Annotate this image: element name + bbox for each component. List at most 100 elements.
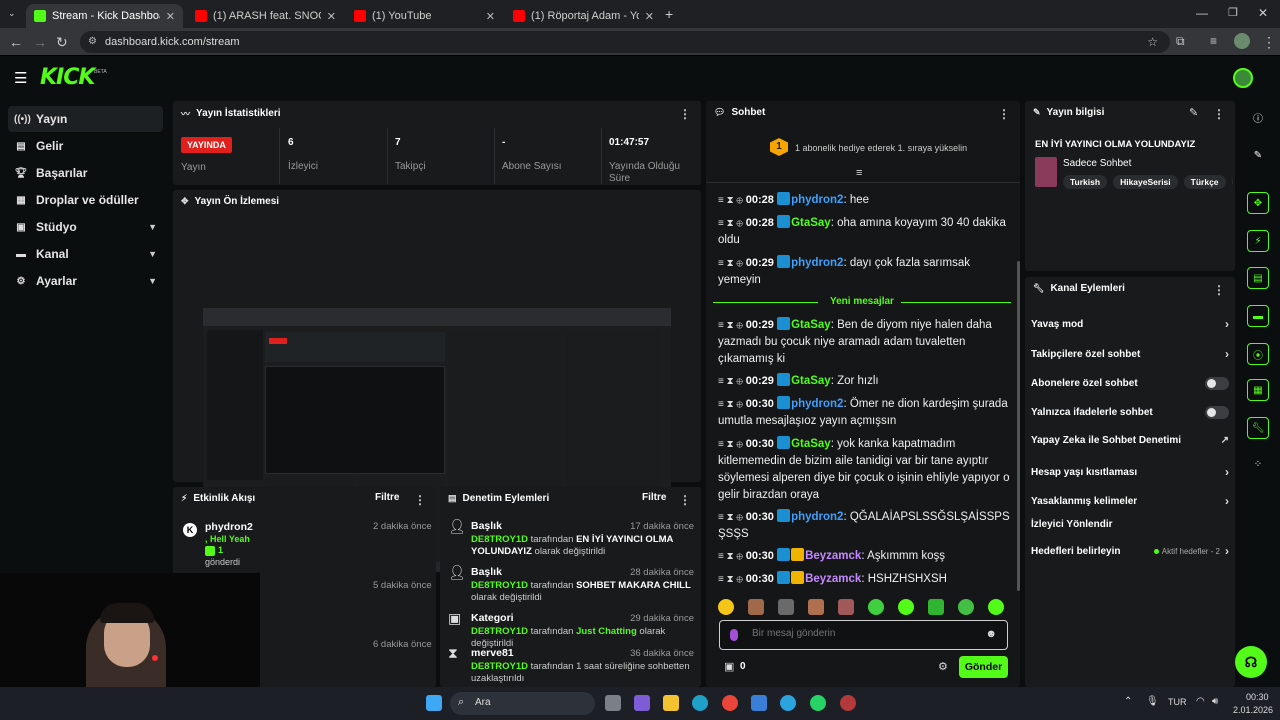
sidebar-item-kanal[interactable]: ▬ Kanal ▼ bbox=[8, 241, 163, 267]
emotes-only-toggle[interactable] bbox=[1205, 406, 1229, 419]
chat-bubble-icon[interactable]: ▬ bbox=[1247, 305, 1269, 327]
message-tools-icon[interactable]: ≡ ⧗ ⊕ bbox=[718, 551, 746, 562]
chat-message-input[interactable] bbox=[752, 628, 972, 639]
address-bar[interactable]: ⚙ dashboard.kick.com/stream ☆ bbox=[80, 31, 1170, 53]
chat-scrollbar[interactable] bbox=[1017, 261, 1020, 591]
back-icon[interactable]: ← bbox=[9, 34, 23, 50]
microphone-icon[interactable] bbox=[730, 629, 738, 641]
site-info-icon[interactable]: ⚙ bbox=[88, 31, 97, 53]
chat-input-box[interactable]: ☻ bbox=[719, 620, 1008, 650]
chrome-icon[interactable] bbox=[722, 695, 738, 711]
emote-icon[interactable] bbox=[958, 599, 974, 615]
task-view-icon[interactable] bbox=[605, 695, 621, 711]
kick-logo[interactable]: KICK bbox=[40, 65, 95, 90]
tag[interactable]: c bbox=[1231, 175, 1233, 189]
emote-icon[interactable] bbox=[838, 599, 854, 615]
chat-username[interactable]: Beyzamck bbox=[805, 550, 861, 562]
sidebar-item-ayarlar[interactable]: ⚙ Ayarlar ▼ bbox=[8, 268, 163, 294]
pinned-toggle-icon[interactable]: ≡ bbox=[856, 167, 862, 179]
hamburger-menu-icon[interactable]: ☰ bbox=[14, 69, 27, 87]
close-icon[interactable]: ✕ bbox=[645, 10, 654, 23]
more-options-icon[interactable]: ⋮ bbox=[1213, 283, 1225, 297]
wifi-icon[interactable]: ◠ bbox=[1196, 696, 1205, 707]
user-avatar[interactable] bbox=[1233, 68, 1253, 88]
message-tools-icon[interactable]: ≡ ⧗ ⊕ bbox=[718, 195, 746, 206]
message-tools-icon[interactable]: ≡ ⧗ ⊕ bbox=[718, 512, 746, 523]
windows-start-icon[interactable] bbox=[426, 695, 442, 711]
activity-user[interactable]: phydron2 bbox=[205, 521, 253, 533]
action-followers-only[interactable]: Takipçilere özel sohbet › bbox=[1031, 347, 1229, 361]
info-icon[interactable]: ⓘ bbox=[1247, 106, 1269, 128]
clock-time[interactable]: 00:30 bbox=[1246, 692, 1269, 702]
emote-icon[interactable] bbox=[778, 599, 794, 615]
store-icon[interactable] bbox=[751, 695, 767, 711]
emote-icon[interactable] bbox=[898, 599, 914, 615]
message-tools-icon[interactable]: ≡ ⧗ ⊕ bbox=[718, 439, 746, 450]
send-button[interactable]: Gönder bbox=[959, 656, 1008, 678]
chat-username[interactable]: GtaSay bbox=[791, 375, 831, 387]
sidebar-item-gelir[interactable]: ▤ Gelir bbox=[8, 133, 163, 159]
tab-kick-dashboard[interactable]: Stream - Kick Dashboard ✕ bbox=[26, 4, 183, 28]
action-raid[interactable]: İzleyici Yönlendir bbox=[1031, 519, 1229, 530]
edit-icon[interactable]: ✎ bbox=[1247, 144, 1269, 166]
edit-icon[interactable]: ✎ bbox=[1189, 106, 1198, 119]
more-options-icon[interactable]: ⋮ bbox=[679, 493, 691, 507]
emote-icon[interactable] bbox=[868, 599, 884, 615]
close-icon[interactable]: ✕ bbox=[486, 10, 495, 23]
tag[interactable]: HikayeSerisi bbox=[1113, 175, 1178, 189]
tab-youtube[interactable]: (1) YouTube ✕ bbox=[346, 4, 503, 28]
emote-icon[interactable] bbox=[718, 599, 734, 615]
message-tools-icon[interactable]: ≡ ⧗ ⊕ bbox=[718, 399, 746, 410]
chat-username[interactable]: GtaSay bbox=[791, 438, 831, 450]
close-icon[interactable]: ✕ bbox=[166, 10, 175, 23]
emote-icon[interactable] bbox=[808, 599, 824, 615]
forward-icon[interactable]: → bbox=[33, 34, 47, 50]
microphone-tray-icon[interactable]: 🎙︎ bbox=[1146, 696, 1159, 707]
support-button[interactable]: ☊ bbox=[1235, 646, 1267, 678]
app-icon[interactable] bbox=[840, 695, 856, 711]
lightning-icon[interactable]: ⚡︎ bbox=[1247, 230, 1269, 252]
emote-icon[interactable] bbox=[748, 599, 764, 615]
layout-icon[interactable]: ▦ bbox=[1247, 379, 1269, 401]
chat-username[interactable]: phydron2 bbox=[791, 257, 843, 269]
message-tools-icon[interactable]: ≡ ⧗ ⊕ bbox=[718, 218, 746, 229]
subscribers-only-toggle[interactable] bbox=[1205, 377, 1229, 390]
chat-settings-icon[interactable]: ⚙ bbox=[938, 660, 948, 673]
browser-menu-icon[interactable]: ⋮ bbox=[1262, 34, 1276, 51]
new-tab-icon[interactable]: + bbox=[665, 6, 673, 22]
minimize-icon[interactable]: — bbox=[1196, 6, 1208, 20]
tray-chevron-icon[interactable]: ⌃ bbox=[1124, 696, 1132, 707]
filter-button[interactable]: Filtre bbox=[642, 492, 666, 503]
tag[interactable]: Türkçe bbox=[1183, 175, 1226, 189]
language-indicator[interactable]: TUR bbox=[1168, 697, 1187, 707]
sidebar-item-yayin[interactable]: ((•)) Yayın bbox=[8, 106, 163, 132]
chat-username[interactable]: phydron2 bbox=[791, 194, 843, 206]
sidebar-item-droplar[interactable]: ▦ Droplar ve ödüller bbox=[8, 187, 163, 213]
expand-icon[interactable]: ✥ bbox=[1247, 192, 1269, 214]
reload-icon[interactable]: ↻ bbox=[56, 34, 68, 51]
document-icon[interactable]: ▤ bbox=[1247, 267, 1269, 289]
tag[interactable]: Turkish bbox=[1063, 175, 1108, 189]
copilot-icon[interactable] bbox=[634, 695, 650, 711]
chat-username[interactable]: GtaSay bbox=[791, 217, 831, 229]
more-options-icon[interactable]: ⋮ bbox=[679, 107, 691, 121]
message-tools-icon[interactable]: ≡ ⧗ ⊕ bbox=[718, 320, 746, 331]
telegram-icon[interactable] bbox=[780, 695, 796, 711]
more-options-icon[interactable]: ⋮ bbox=[1213, 107, 1225, 121]
message-tools-icon[interactable]: ≡ ⧗ ⊕ bbox=[718, 376, 746, 387]
emote-icon[interactable] bbox=[928, 599, 944, 615]
close-window-icon[interactable]: ✕ bbox=[1258, 6, 1268, 20]
category-name[interactable]: Sadece Sohbet bbox=[1063, 158, 1131, 169]
whatsapp-icon[interactable] bbox=[810, 695, 826, 711]
chat-username[interactable]: Beyzamck bbox=[805, 573, 861, 585]
tab-arash[interactable]: (1) ARASH feat. SNOOP DOGG ✕ bbox=[187, 4, 344, 28]
chat-username[interactable]: phydron2 bbox=[791, 511, 843, 523]
action-account-age[interactable]: Hesap yaşı kısıtlaması › bbox=[1031, 465, 1229, 479]
widgets-icon[interactable]: ⁘ bbox=[1247, 453, 1269, 475]
emoji-picker-icon[interactable]: ☻ bbox=[985, 628, 997, 640]
emote-icon[interactable] bbox=[988, 599, 1004, 615]
close-icon[interactable]: ✕ bbox=[327, 10, 336, 23]
file-explorer-icon[interactable] bbox=[663, 695, 679, 711]
tab-list-icon[interactable]: ⌄ bbox=[8, 8, 16, 19]
action-slow-mode[interactable]: Yavaş mod › bbox=[1031, 317, 1229, 331]
